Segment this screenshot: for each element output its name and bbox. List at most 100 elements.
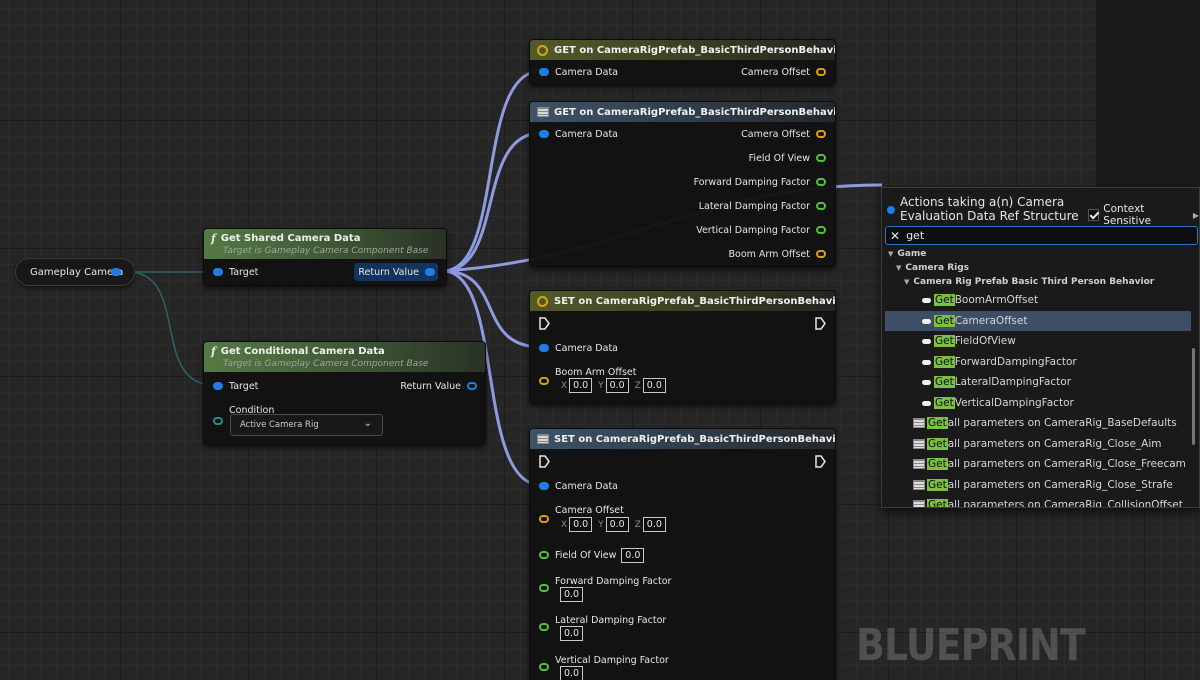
output-pin-row[interactable]: Lateral Damping Factor [699, 199, 826, 213]
camera-data-input-pin[interactable] [539, 344, 549, 352]
return-value-output-pin[interactable] [425, 268, 435, 276]
target-input-pin[interactable] [213, 382, 223, 390]
chevron-down-icon: ⌄ [363, 418, 372, 429]
menu-item-get-all-close-aim[interactable]: Get all parameters on CameraRig_Close_Ai… [913, 434, 1193, 454]
field-of-view-pin-row[interactable]: Field Of View 0.0 [539, 547, 645, 563]
return-value-pin-row[interactable]: Return Value [354, 263, 438, 281]
menu-item-get-all-close-strafe[interactable]: Get all parameters on CameraRig_Close_St… [913, 475, 1193, 495]
output-label: Field Of View [748, 152, 810, 164]
menu-item-match: Get [934, 315, 955, 327]
gameplay-camera-node[interactable]: Gameplay Camera [15, 258, 135, 286]
output-pin-row[interactable]: Forward Damping Factor [694, 175, 826, 189]
wire-shared-get2 [442, 131, 542, 273]
camera-offset-output-pin[interactable] [816, 68, 826, 76]
field-of-view-field[interactable]: 0.0 [621, 547, 645, 563]
camera-data-input-pin[interactable] [539, 68, 549, 76]
output-pin-row[interactable]: Boom Arm Offset [729, 247, 826, 261]
node-header: GET on CameraRigPrefab_BasicThirdPersonB… [530, 40, 835, 60]
exec-output-pin[interactable] [815, 317, 826, 330]
close-icon[interactable]: ✕ [890, 229, 900, 243]
boom-arm-z-field[interactable]: 0.0 [642, 378, 666, 393]
menu-item-match: Get [927, 438, 948, 450]
category-camera-rigs[interactable]: ▼ Camera Rigs [896, 263, 969, 273]
lateral-damping-field[interactable]: 0.0 [560, 626, 583, 641]
camera-data-input-pin[interactable] [539, 130, 549, 138]
target-pin-row[interactable]: Target [213, 265, 258, 279]
axis-x-label: X [561, 519, 568, 530]
exec-input-pin[interactable] [539, 317, 550, 330]
camera-offset-pin-row[interactable]: Camera Offset [741, 65, 826, 79]
chevron-right-icon[interactable]: ▶ [1193, 211, 1199, 220]
camera-offset-z-field[interactable]: 0.0 [642, 517, 666, 532]
field-of-view-output-pin[interactable] [816, 154, 826, 162]
condition-input-pin[interactable] [213, 417, 223, 425]
camera-offset-output-pin[interactable] [816, 130, 826, 138]
target-pin-row[interactable]: Target [213, 379, 258, 393]
node-title: SET on CameraRigPrefab_BasicThirdPersonB… [554, 295, 835, 307]
menu-item-label: all parameters on CameraRig_CollisionOff… [947, 499, 1183, 508]
boom-arm-offset-output-pin[interactable] [816, 250, 826, 258]
side-panel [1096, 0, 1200, 187]
output-pin-row[interactable]: Vertical Damping Factor [696, 223, 826, 237]
vertical-damping-input-pin[interactable] [539, 663, 549, 671]
forward-damping-output-pin[interactable] [816, 178, 826, 186]
menu-item-get-camera-offset[interactable]: Get CameraOffset [885, 311, 1191, 331]
forward-damping-input-pin[interactable] [539, 584, 549, 592]
set-node-all-params[interactable]: SET on CameraRigPrefab_BasicThirdPersonB… [529, 428, 836, 680]
camera-offset-y-field[interactable]: 0.0 [605, 517, 629, 532]
vertical-damping-label: Vertical Damping Factor [555, 654, 669, 666]
return-value-output-pin[interactable] [467, 382, 477, 390]
get-node-all-params[interactable]: GET on CameraRigPrefab_BasicThirdPersonB… [529, 101, 836, 267]
output-pin-row[interactable]: Field Of View [749, 151, 826, 165]
wire-target-conditional [127, 271, 215, 386]
menu-item-get-all-close-freecam[interactable]: Get all parameters on CameraRig_Close_Fr… [913, 454, 1193, 474]
gameplay-camera-output-pin[interactable] [111, 268, 121, 276]
return-value-pin-row[interactable]: Return Value [400, 379, 477, 393]
camera-offset-x-field[interactable]: 0.0 [569, 517, 593, 532]
target-input-pin[interactable] [213, 268, 223, 276]
menu-item-get-boom-arm-offset[interactable]: Get BoomArmOffset [922, 290, 1192, 310]
field-of-view-input-pin[interactable] [539, 551, 549, 559]
camera-data-pin-row[interactable]: Camera Data [539, 65, 618, 79]
condition-pin-row[interactable] [213, 414, 229, 428]
menu-item-get-all-collision-offset[interactable]: Get all parameters on CameraRig_Collisio… [913, 495, 1193, 508]
exec-output-pin[interactable] [815, 455, 826, 468]
category-prefab[interactable]: ▼ Camera Rig Prefab Basic Third Person B… [904, 277, 1154, 287]
menu-item-get-lateral-damping[interactable]: Get LateralDampingFactor [922, 372, 1192, 392]
boom-arm-input-pin[interactable] [539, 377, 549, 385]
category-game[interactable]: ▼ Game [888, 249, 926, 259]
camera-offset-input-pin[interactable] [539, 515, 549, 523]
set-node-boom-arm[interactable]: SET on CameraRigPrefab_BasicThirdPersonB… [529, 290, 836, 404]
action-menu[interactable]: Actions taking a(n) Camera Evaluation Da… [881, 187, 1200, 508]
menu-item-get-vertical-damping[interactable]: Get VerticalDampingFactor [922, 393, 1192, 413]
camera-data-pin-row[interactable]: Camera Data [539, 479, 618, 493]
lateral-damping-input-pin[interactable] [539, 623, 549, 631]
get-node-camera-offset[interactable]: GET on CameraRigPrefab_BasicThirdPersonB… [529, 39, 836, 85]
node-header: f Get Shared Camera Data Target is Gamepl… [204, 229, 446, 259]
get-shared-camera-data-node[interactable]: f Get Shared Camera Data Target is Gamepl… [203, 228, 447, 286]
forward-damping-field[interactable]: 0.0 [560, 587, 583, 602]
menu-item-get-field-of-view[interactable]: Get FieldOfView [922, 331, 1192, 351]
variable-pill-icon [922, 338, 931, 344]
exec-input-pin[interactable] [539, 455, 550, 468]
struct-pin-icon [887, 206, 895, 214]
context-sensitive-toggle[interactable]: Context Sensitive ▶ [1088, 203, 1199, 227]
wire-shared-set1 [442, 269, 542, 349]
context-sensitive-checkbox[interactable] [1088, 209, 1100, 221]
boom-arm-y-field[interactable]: 0.0 [605, 378, 629, 393]
menu-scrollbar[interactable] [1192, 348, 1195, 445]
vertical-damping-field[interactable]: 0.0 [560, 666, 583, 680]
camera-data-pin-row[interactable]: Camera Data [539, 127, 618, 141]
condition-select[interactable]: Active Camera Rig ⌄ [230, 414, 383, 436]
search-input[interactable]: ✕ get [885, 226, 1198, 245]
vertical-damping-output-pin[interactable] [816, 226, 826, 234]
camera-data-pin-row[interactable]: Camera Data [539, 341, 618, 355]
gameplay-camera-label: Gameplay Camera [30, 266, 124, 278]
menu-item-get-all-base-defaults[interactable]: Get all parameters on CameraRig_BaseDefa… [913, 413, 1193, 433]
lateral-damping-output-pin[interactable] [816, 202, 826, 210]
menu-item-get-forward-damping[interactable]: Get ForwardDampingFactor [922, 352, 1192, 372]
camera-data-input-pin[interactable] [539, 482, 549, 490]
output-pin-row[interactable]: Camera Offset [741, 127, 826, 141]
output-label: Vertical Damping Factor [696, 224, 810, 236]
boom-arm-x-field[interactable]: 0.0 [569, 378, 593, 393]
